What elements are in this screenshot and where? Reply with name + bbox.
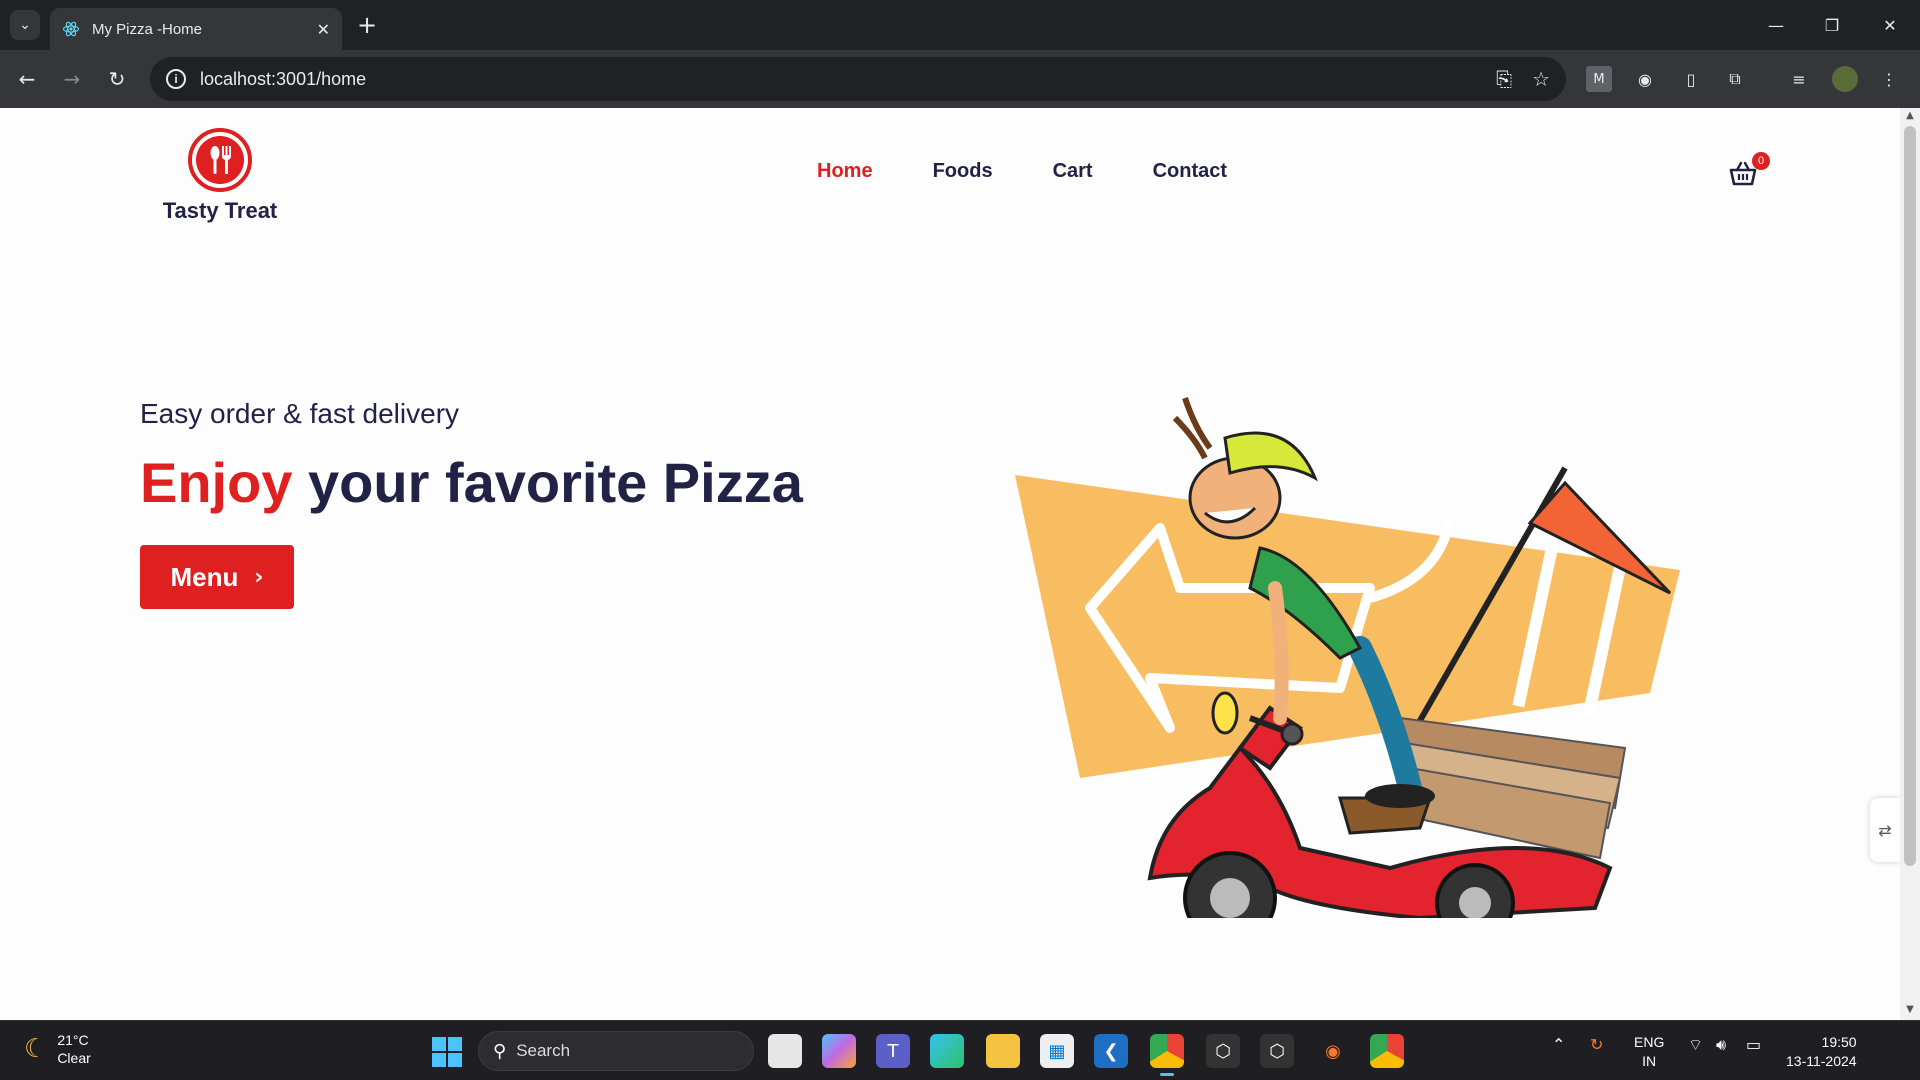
blender-icon[interactable]: ◉ [1316,1034,1350,1068]
task-view-icon[interactable] [768,1034,802,1068]
language-indicator[interactable]: ENG IN [1634,1033,1664,1071]
site-info-icon[interactable]: i [166,69,186,89]
weather-widget[interactable]: ☾ 21°C Clear [24,1031,91,1067]
browser-toolbar: ← → ↻ i localhost:3001/home ⎘ ☆ M ◉ ▯ ⧉ … [0,50,1920,108]
lang-primary: ENG [1634,1034,1665,1050]
unity-icon[interactable]: ⬡ [1206,1034,1240,1068]
site-logo[interactable]: Tasty Treat [155,128,285,224]
clock-time: 19:50 [1821,1034,1857,1050]
cart-count-badge: 0 [1752,152,1770,170]
address-bar[interactable]: i localhost:3001/home ⎘ ☆ [150,57,1566,101]
logo-emblem [188,128,252,192]
nav-cart[interactable]: Cart [1053,160,1093,183]
nav-home[interactable]: Home [817,160,873,183]
sync-icon[interactable]: ↻ [1590,1035,1603,1054]
minimize-button[interactable]: — [1754,10,1798,40]
reload-button[interactable]: ↻ [100,62,134,96]
taskbar-search[interactable]: ⚲ Search [478,1031,754,1071]
extension-m-icon[interactable]: M [1586,66,1612,92]
cart-button[interactable]: 0 [1728,152,1770,194]
close-window-button[interactable]: ✕ [1868,10,1912,40]
side-panel-tab[interactable]: ⇄ [1870,798,1900,862]
extensions-puzzle-icon[interactable]: ⧉ [1722,66,1748,92]
menu-button[interactable]: Menu › [140,545,294,609]
search-label: Search [516,1041,571,1060]
clock-date: 13-11-2024 [1786,1053,1857,1069]
logo-text: Tasty Treat [162,198,278,223]
delivery-scooter-illustration [1015,397,1680,918]
media-control-icon[interactable]: ≡ [1786,66,1812,92]
teams-icon[interactable]: T [876,1034,910,1068]
system-clock[interactable]: 19:50 13-11-2024 [1786,1033,1857,1071]
browser-tab[interactable]: My Pizza -Home ✕ [50,8,342,50]
back-button[interactable]: ← [10,62,44,96]
weather-temp: 21°C [57,1032,89,1048]
unity-hub-icon[interactable]: ⬡ [1260,1034,1294,1068]
scroll-down-arrow-icon[interactable]: ▼ [1904,1004,1916,1016]
install-app-icon[interactable]: ⎘ [1496,67,1512,91]
search-icon: ⚲ [493,1040,507,1062]
hero-title-rest: your favorite Pizza [308,451,803,514]
battery-icon[interactable]: ▭ [1746,1035,1761,1054]
chrome-icon[interactable] [1150,1034,1184,1076]
main-nav: Home Foods Cart Contact [817,160,1227,183]
new-tab-button[interactable]: + [352,10,382,40]
spoon-fork-icon [210,146,231,174]
nav-contact[interactable]: Contact [1153,160,1227,183]
chevron-right-icon: › [254,564,264,590]
close-tab-icon[interactable]: ✕ [317,20,330,39]
volume-icon[interactable]: 🔊︎ [1716,1035,1726,1055]
browser-titlebar: ⌄ My Pizza -Home ✕ + — ❐ ✕ [0,0,1920,50]
edge-icon[interactable] [930,1034,964,1068]
wifi-icon[interactable]: ⌔ [1688,1035,1703,1055]
bookmark-star-icon[interactable]: ☆ [1532,67,1550,91]
extension-mouse-icon[interactable]: ◉ [1632,66,1658,92]
windows-start-icon[interactable] [432,1037,462,1067]
scroll-up-arrow-icon[interactable]: ▲ [1904,110,1916,122]
file-explorer-icon[interactable] [986,1034,1020,1068]
copilot-icon[interactable] [822,1034,856,1068]
extension-shield-icon[interactable]: ▯ [1678,66,1704,92]
web-page: Tasty Treat Home Foods Cart Contact 0 Ea… [0,108,1900,1020]
nav-foods[interactable]: Foods [933,160,993,183]
url-text[interactable]: localhost:3001/home [200,69,1476,90]
hero-title-highlight: Enjoy [140,451,293,514]
vscode-icon[interactable]: ❮ [1094,1034,1128,1068]
hero-title: Enjoy your favorite Pizza [140,450,803,515]
chrome-profile-icon[interactable] [1370,1034,1404,1068]
react-icon [62,21,80,37]
profile-avatar[interactable] [1832,66,1858,92]
hero-subtitle: Easy order & fast delivery [140,398,460,429]
scrollbar-thumb[interactable] [1904,126,1916,866]
forward-button[interactable]: → [55,62,89,96]
ms-store-icon[interactable]: ▦ [1040,1034,1074,1068]
taskbar: ☾ 21°C Clear ⚲ Search T ▦ ❮ ⬡ ⬡ ◉ ⌃ ↻ EN… [0,1020,1920,1080]
lang-secondary: IN [1642,1053,1657,1069]
weather-desc: Clear [57,1050,91,1066]
tab-title: My Pizza -Home [92,20,203,38]
tab-search-button[interactable]: ⌄ [10,10,40,40]
moon-icon: ☾ [24,1034,48,1064]
show-hidden-icons-chevron[interactable]: ⌃ [1552,1035,1565,1054]
page-scrollbar[interactable]: ▲ ▼ [1900,108,1920,1020]
browser-menu-icon[interactable]: ⋮ [1876,66,1902,92]
restore-button[interactable]: ❐ [1810,10,1854,40]
menu-button-label: Menu [170,561,239,592]
